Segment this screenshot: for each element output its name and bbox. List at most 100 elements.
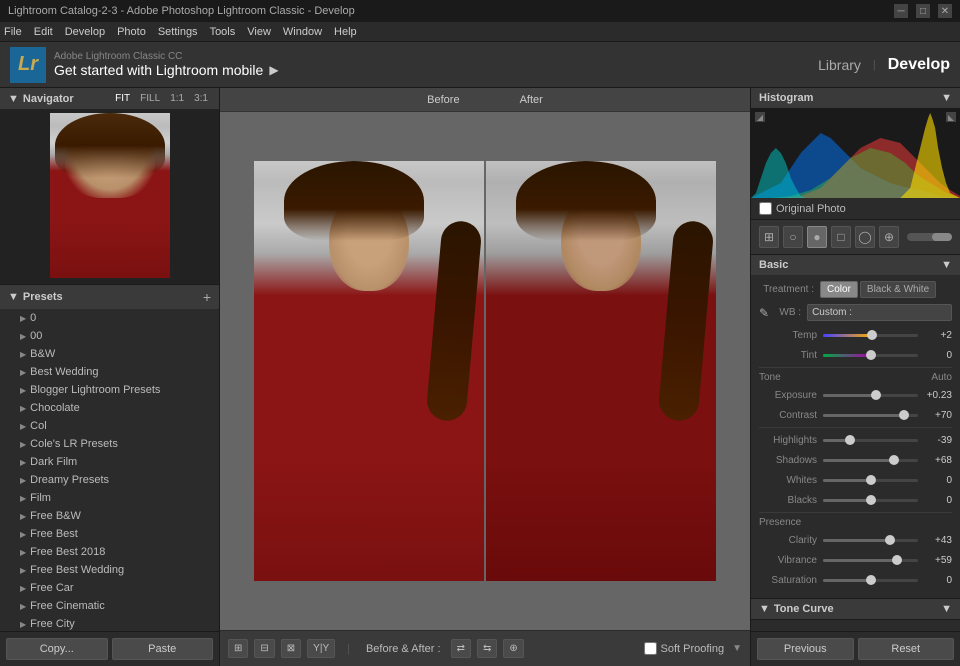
copy-button[interactable]: Copy... [6, 638, 108, 660]
list-item[interactable]: ▶Free Best Wedding [0, 561, 219, 579]
radial-filter-icon[interactable]: ◯ [855, 226, 875, 248]
mobile-prompt-text: Get started with Lightroom mobile [54, 62, 263, 78]
close-button[interactable]: ✕ [938, 4, 952, 18]
soft-proofing-checkbox[interactable] [644, 642, 657, 655]
center-panel: Before After [220, 88, 750, 666]
copy-settings-button[interactable]: ⊕ [503, 639, 523, 658]
menu-edit[interactable]: Edit [34, 26, 53, 38]
menu-help[interactable]: Help [334, 26, 357, 38]
blacks-slider[interactable] [823, 499, 918, 502]
list-item[interactable]: ▶Film [0, 489, 219, 507]
contrast-value: +70 [922, 410, 952, 421]
list-item[interactable]: ▶Free Best [0, 525, 219, 543]
adjustment-brush-icon[interactable]: ⊕ [879, 226, 899, 248]
list-item[interactable]: ▶Free B&W [0, 507, 219, 525]
list-item[interactable]: ▶0 [0, 309, 219, 327]
exposure-slider[interactable] [823, 394, 918, 397]
survey-view-button[interactable]: Y|Y [307, 639, 335, 658]
list-item[interactable]: ▶Dark Film [0, 453, 219, 471]
contrast-slider[interactable] [823, 414, 918, 417]
maximize-button[interactable]: □ [916, 4, 930, 18]
minimize-button[interactable]: ─ [894, 4, 908, 18]
list-item[interactable]: ▶Free Best 2018 [0, 543, 219, 561]
list-item[interactable]: ▶Best Wedding [0, 363, 219, 381]
spot-removal-icon[interactable]: ○ [783, 226, 803, 248]
temp-slider[interactable] [823, 334, 918, 337]
zoom-3-1[interactable]: 3:1 [191, 92, 211, 105]
original-photo-checkbox[interactable] [759, 202, 772, 215]
before-after-toggle-button[interactable]: ⇆ [477, 639, 497, 658]
before-after-label: Before & After : [366, 643, 441, 655]
list-item[interactable]: ▶Free City [0, 615, 219, 631]
saturation-slider[interactable] [823, 579, 918, 582]
develop-nav[interactable]: Develop [888, 56, 950, 74]
list-item[interactable]: ▶Free Car [0, 579, 219, 597]
list-item[interactable]: ▶Col [0, 417, 219, 435]
play-icon[interactable]: ▶ [269, 63, 278, 77]
lr-logo: Lr [10, 47, 46, 83]
panel-slider[interactable] [907, 233, 952, 241]
soft-proofing-area: Soft Proofing ▼ [644, 642, 743, 655]
previous-button[interactable]: Previous [757, 638, 854, 660]
loupe-view-button[interactable]: ⊟ [254, 639, 274, 658]
list-item[interactable]: ▶Blogger Lightroom Presets [0, 381, 219, 399]
list-item[interactable]: ▶Dreamy Presets [0, 471, 219, 489]
shadows-slider[interactable] [823, 459, 918, 462]
window-controls[interactable]: ─ □ ✕ [894, 4, 952, 18]
highlights-slider-row: Highlights -39 [759, 432, 952, 448]
library-nav[interactable]: Library [818, 57, 861, 73]
list-item[interactable]: ▶Chocolate [0, 399, 219, 417]
histogram-collapse-icon[interactable]: ▼ [941, 92, 952, 104]
right-panel: Histogram ▼ ◢ ◣ [750, 88, 960, 666]
exposure-value: +0.23 [922, 390, 952, 401]
menu-tools[interactable]: Tools [210, 26, 236, 38]
zoom-1-1[interactable]: 1:1 [167, 92, 187, 105]
zoom-fill[interactable]: FILL [137, 92, 163, 105]
clarity-slider[interactable] [823, 539, 918, 542]
temp-label: Temp [759, 330, 817, 341]
menu-view[interactable]: View [247, 26, 271, 38]
navigator-collapse-icon[interactable]: ▼ [8, 93, 19, 105]
presets-collapse-icon[interactable]: ▼ [8, 291, 19, 303]
tool-icons-row: ⊞ ○ ● □ ◯ ⊕ [751, 220, 960, 255]
list-item[interactable]: ▶Free Cinematic [0, 597, 219, 615]
tint-slider-row: Tint 0 [759, 347, 952, 363]
basic-content: Treatment : Color Black & White ✎ WB : C… [751, 275, 960, 598]
graduated-filter-icon[interactable]: □ [831, 226, 851, 248]
tint-slider[interactable] [823, 354, 918, 357]
basic-collapse-icon[interactable]: ▼ [941, 259, 952, 271]
crop-tool-icon[interactable]: ⊞ [759, 226, 779, 248]
menu-settings[interactable]: Settings [158, 26, 198, 38]
wb-selector[interactable]: Custom : [807, 304, 952, 321]
zoom-fit[interactable]: FIT [112, 92, 133, 105]
before-after-swap-button[interactable]: ⇄ [451, 639, 471, 658]
whites-slider[interactable] [823, 479, 918, 482]
paste-button[interactable]: Paste [112, 638, 214, 660]
add-preset-button[interactable]: + [203, 289, 211, 305]
list-item[interactable]: ▶00 [0, 327, 219, 345]
grid-view-button[interactable]: ⊞ [228, 639, 248, 658]
highlights-slider[interactable] [823, 439, 918, 442]
tone-curve-collapse-icon[interactable]: ▼ [759, 603, 770, 615]
contrast-slider-row: Contrast +70 [759, 407, 952, 423]
tone-curve-section: ▼ Tone Curve ▼ [751, 599, 960, 620]
vibrance-slider[interactable] [823, 559, 918, 562]
auto-tone-button[interactable]: Auto [931, 372, 952, 383]
menu-window[interactable]: Window [283, 26, 322, 38]
red-eye-icon[interactable]: ● [807, 226, 827, 248]
shadows-value: +68 [922, 455, 952, 466]
main-content: ▼ Navigator FIT FILL 1:1 3:1 [0, 88, 960, 666]
menu-file[interactable]: File [4, 26, 22, 38]
tone-curve-title: Tone Curve [774, 603, 834, 615]
eyedropper-icon[interactable]: ✎ [759, 306, 769, 320]
compare-view-button[interactable]: ⊠ [281, 639, 301, 658]
list-item[interactable]: ▶B&W [0, 345, 219, 363]
menu-develop[interactable]: Develop [65, 26, 105, 38]
tone-curve-expand-icon[interactable]: ▼ [941, 603, 952, 615]
menu-photo[interactable]: Photo [117, 26, 146, 38]
color-treatment-button[interactable]: Color [820, 281, 858, 298]
bw-treatment-button[interactable]: Black & White [860, 281, 936, 298]
list-item[interactable]: ▶Cole's LR Presets [0, 435, 219, 453]
before-after-labels: Before After [220, 88, 750, 112]
reset-button[interactable]: Reset [858, 638, 955, 660]
